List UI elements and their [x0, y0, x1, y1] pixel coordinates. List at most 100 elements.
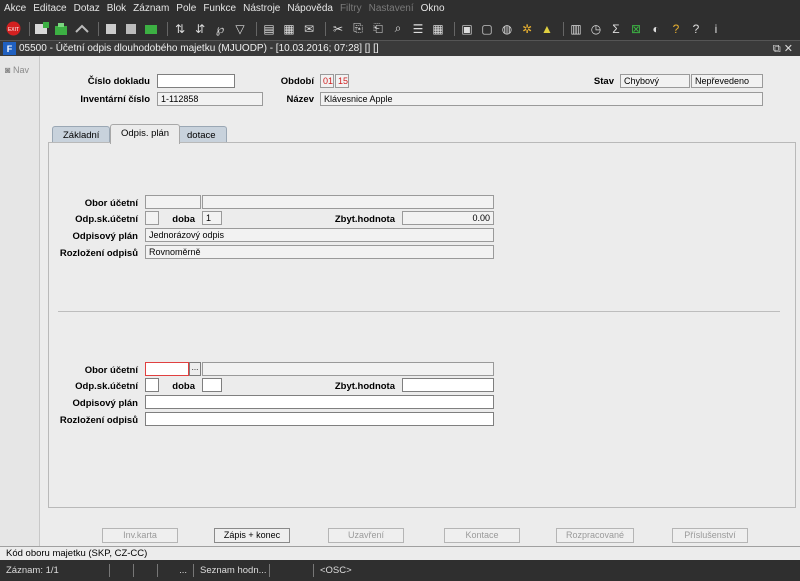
prevod-stav-field[interactable]: Nepřevedeno [691, 74, 763, 88]
rozpracovane-button[interactable]: Rozpracované [556, 528, 634, 543]
print-preview-icon[interactable]: ▦ [281, 21, 297, 37]
menu-akce[interactable]: Akce [4, 3, 26, 14]
menu-editace[interactable]: Editace [33, 3, 66, 14]
uzavreni-button[interactable]: Uzavření [328, 528, 404, 543]
inv-karta-button[interactable]: Inv.karta [102, 528, 178, 543]
nav-sidebar[interactable]: ◙ Nav [0, 56, 40, 546]
calendar-icon[interactable]: ▥ [568, 21, 584, 37]
new-obor-ucetni-name-field[interactable] [202, 362, 494, 376]
new-doba-field[interactable] [202, 378, 222, 392]
osc-indicator: <OSC> [320, 565, 352, 576]
clock-icon[interactable]: ◷ [588, 21, 604, 37]
lov-button[interactable]: ... [189, 362, 201, 376]
attach-icon[interactable]: ⌕ [390, 21, 406, 37]
obor-ucetni-code-field[interactable] [145, 195, 201, 209]
odp-sk-ucetni-field[interactable] [145, 211, 159, 225]
window-controls[interactable]: ⧉✕ [773, 42, 796, 56]
chart-icon[interactable]: ◐ [648, 21, 664, 37]
prislusenstvi-button[interactable]: Příslušenství [672, 528, 748, 543]
sort-desc-icon[interactable]: ⇵ [192, 21, 208, 37]
status-cell-3 [134, 564, 158, 577]
tab-dotace[interactable]: dotace [176, 126, 227, 143]
obdobi-label: Období [280, 76, 314, 87]
menu-pole[interactable]: Pole [176, 3, 196, 14]
odpisovy-plan-field[interactable]: Jednorázový odpis [145, 228, 494, 242]
copy-icon[interactable]: ⎘ [350, 21, 366, 37]
globe-icon[interactable]: ◍ [499, 21, 515, 37]
cislo-dokladu-field[interactable] [157, 74, 235, 88]
new-record-icon[interactable] [34, 21, 50, 37]
hint-bar: Kód oboru majetku (SKP, CZ-CC) [0, 546, 800, 560]
cislo-dokladu-label: Číslo dokladu [87, 76, 150, 87]
menu-blok[interactable]: Blok [107, 3, 126, 14]
obdobi-year-field[interactable]: 15 [335, 74, 349, 88]
menu-dotaz[interactable]: Dotaz [74, 3, 100, 14]
info-icon[interactable]: i [708, 21, 724, 37]
help-icon[interactable]: ? [688, 21, 704, 37]
execute-query-icon[interactable] [143, 21, 159, 37]
delete-icon[interactable] [74, 21, 90, 37]
list-icon[interactable]: ☰ [410, 21, 426, 37]
close-icon[interactable]: ✕ [784, 43, 796, 55]
new-zbyt-hodnota-label: Zbyt.hodnota [334, 381, 395, 392]
inventarni-cislo-field[interactable]: 1-112858 [157, 92, 263, 106]
clear-icon[interactable]: ℘ [212, 21, 228, 37]
email-icon[interactable]: ✉ [301, 21, 317, 37]
filter-icon[interactable]: ▽ [232, 21, 248, 37]
stav-label: Stav [593, 76, 614, 87]
menu-zaznam[interactable]: Záznam [133, 3, 169, 14]
zapis-konec-button[interactable]: Zápis + konec [214, 528, 290, 543]
inventarni-cislo-label: Inventární číslo [80, 94, 150, 105]
obor-ucetni-name-field[interactable] [202, 195, 494, 209]
obdobi-month-field[interactable]: 01 [320, 74, 334, 88]
status-bar: Záznam: 1/1 ... Seznam hodn... <OSC> [0, 560, 800, 581]
cut-icon[interactable]: ✂ [330, 21, 346, 37]
insert-icon[interactable] [54, 21, 70, 37]
menu-nastroje[interactable]: Nástroje [243, 3, 280, 14]
new-obor-ucetni-label: Obor účetní [84, 365, 138, 376]
stav-field[interactable]: Chybový [620, 74, 690, 88]
export-icon[interactable]: ▣ [459, 21, 475, 37]
new-odpisovy-plan-label: Odpisový plán [72, 398, 138, 409]
document-icon[interactable]: ▢ [479, 21, 495, 37]
tab-odpis-plan[interactable]: Odpis. plán [110, 124, 181, 144]
warning-icon[interactable]: ▲ [539, 21, 555, 37]
toolbar: EXIT ⇅ ⇵ ℘ ▽ ▤ ▦ ✉ ✂ ⎘ ⎗ ⌕ ☰ ▦ ▣ ▢ ◍ ✲ ▲… [0, 17, 800, 40]
menu-nastaveni: Nastavení [368, 3, 414, 14]
tab-zakladni[interactable]: Základní [52, 126, 111, 143]
kontace-button[interactable]: Kontace [444, 528, 520, 543]
menu-funkce[interactable]: Funkce [203, 3, 236, 14]
user-help-icon[interactable]: ? [668, 21, 684, 37]
rozlozeni-odpisu-field[interactable]: Rovnoměrně [145, 245, 494, 259]
new-zbyt-hodnota-field[interactable] [402, 378, 494, 392]
grid-icon[interactable]: ▦ [430, 21, 446, 37]
menu-okno[interactable]: Okno [421, 3, 445, 14]
excel-icon[interactable]: ⊠ [628, 21, 644, 37]
print-icon[interactable]: ▤ [261, 21, 277, 37]
toolbar-separator [29, 21, 30, 36]
status-cell-2 [110, 564, 134, 577]
restore-icon[interactable]: ⧉ [773, 43, 784, 55]
sum-icon[interactable]: Σ [608, 21, 624, 37]
obor-ucetni-label: Obor účetní [84, 198, 138, 209]
doba-field[interactable]: 1 [202, 211, 222, 225]
toolbar-separator [454, 21, 455, 36]
paste-icon[interactable]: ⎗ [370, 21, 386, 37]
sort-asc-icon[interactable]: ⇅ [172, 21, 188, 37]
nazev-field[interactable]: Klávesnice Apple [320, 92, 763, 106]
query-icon[interactable] [123, 21, 139, 37]
settings-icon[interactable]: ✲ [519, 21, 535, 37]
odp-sk-ucetni-label: Odp.sk.účetní [75, 214, 138, 225]
toolbar-separator [256, 21, 257, 36]
nav-label[interactable]: ◙ Nav [5, 65, 29, 75]
new-odpisovy-plan-field[interactable] [145, 395, 494, 409]
exit-icon[interactable]: EXIT [5, 21, 21, 37]
zbyt-hodnota-field[interactable]: 0.00 [402, 211, 494, 225]
find-icon[interactable] [103, 21, 119, 37]
menu-napoveda[interactable]: Nápověda [287, 3, 333, 14]
new-obor-ucetni-code-field[interactable] [145, 362, 189, 376]
new-rozlozeni-odpisu-field[interactable] [145, 412, 494, 426]
toolbar-separator [563, 21, 564, 36]
list-of-values-indicator: Seznam hodn... [194, 564, 270, 577]
new-odp-sk-ucetni-field[interactable] [145, 378, 159, 392]
